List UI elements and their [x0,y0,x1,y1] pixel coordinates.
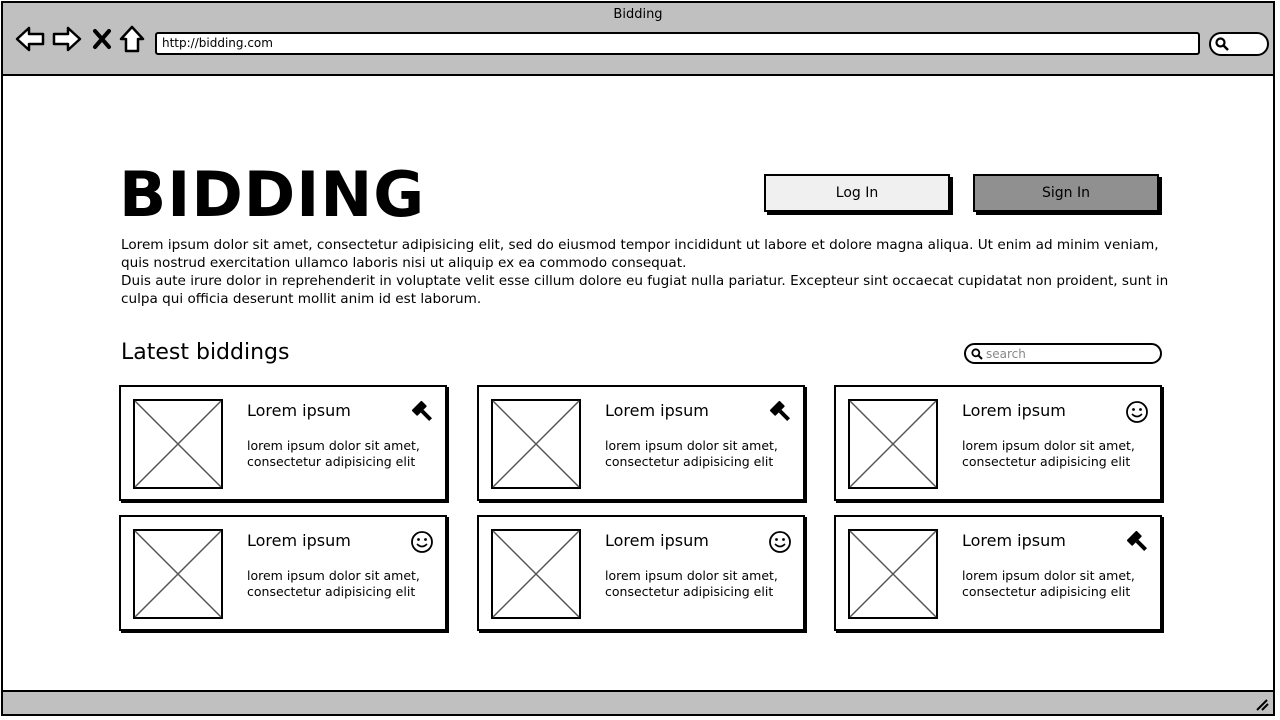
image-placeholder [133,529,223,619]
card-description: lorem ipsum dolor sit amet, consectetur … [605,568,778,599]
address-bar[interactable]: http://bidding.com [155,32,1200,55]
stop-x-icon[interactable] [87,24,117,54]
gavel-icon [411,400,433,422]
bidding-card[interactable]: Lorem ipsum lorem ipsum dolor sit amet, … [477,515,805,631]
smiley-icon [769,531,791,553]
smiley-icon [411,531,433,553]
bidding-card[interactable]: Lorem ipsum lorem ipsum dolor sit amet, … [119,385,447,501]
card-title: Lorem ipsum [605,531,709,550]
smiley-icon [1126,401,1148,423]
bidding-search-field[interactable] [964,343,1162,364]
card-title: Lorem ipsum [962,401,1066,420]
browser-window: Bidding http://bidding.com BIDDING Log I… [1,1,1275,716]
gavel-icon [769,400,791,422]
bidding-card[interactable]: Lorem ipsum lorem ipsum dolor sit amet, … [834,515,1162,631]
image-placeholder [491,529,581,619]
image-placeholder [133,399,223,489]
home-icon[interactable] [117,24,147,54]
card-title: Lorem ipsum [247,401,351,420]
intro-text: Lorem ipsum dolor sit amet, consectetur … [121,236,1171,308]
bidding-card[interactable]: Lorem ipsum lorem ipsum dolor sit amet, … [477,385,805,501]
image-placeholder [848,529,938,619]
image-placeholder [848,399,938,489]
search-icon [971,348,983,360]
bidding-card[interactable]: Lorem ipsum lorem ipsum dolor sit amet, … [119,515,447,631]
card-description: lorem ipsum dolor sit amet, consectetur … [605,438,778,469]
card-description: lorem ipsum dolor sit amet, consectetur … [962,438,1135,469]
window-title: Bidding [613,7,663,22]
site-logo[interactable]: BIDDING [119,155,425,235]
card-description: lorem ipsum dolor sit amet, consectetur … [247,568,420,599]
image-placeholder [491,399,581,489]
intro-paragraph-2: Duis aute irure dolor in reprehenderit i… [121,273,1169,307]
resize-grip-icon[interactable] [1255,699,1269,711]
forward-arrow-icon[interactable] [52,24,82,54]
back-arrow-icon[interactable] [15,24,45,54]
search-input[interactable] [984,345,1158,362]
section-title: Latest biddings [121,340,290,365]
bidding-card[interactable]: Lorem ipsum lorem ipsum dolor sit amet, … [834,385,1162,501]
card-title: Lorem ipsum [962,531,1066,550]
card-description: lorem ipsum dolor sit amet, consectetur … [962,568,1135,599]
gavel-icon [1126,530,1148,552]
card-title: Lorem ipsum [247,531,351,550]
search-icon [1215,37,1229,51]
card-description: lorem ipsum dolor sit amet, consectetur … [247,438,420,469]
login-button[interactable]: Log In [764,174,950,212]
card-title: Lorem ipsum [605,401,709,420]
signin-button[interactable]: Sign In [973,174,1159,212]
intro-paragraph-1: Lorem ipsum dolor sit amet, consectetur … [121,237,1159,271]
browser-status-bar [3,690,1273,714]
browser-search-field[interactable] [1209,32,1269,56]
browser-toolbar: Bidding http://bidding.com [3,3,1273,76]
